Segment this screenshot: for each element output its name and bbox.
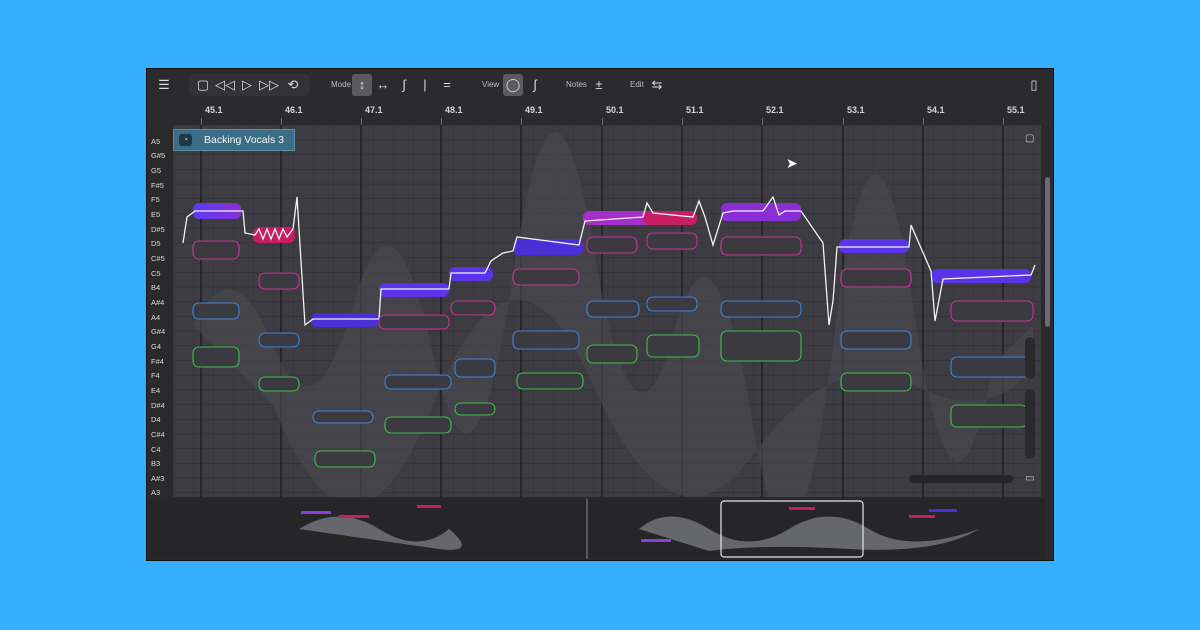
toolbar: ☰ ▢ ◁◁ ▷ ▷▷ ⟲ Mode ↕ ↔ ∫ |◯| = View ◯ ∫ … [147,69,1053,114]
key-label: E5 [151,210,161,219]
ruler-bar-label: 55.1 [1007,105,1025,115]
key-label: G4 [151,342,162,351]
transport-group: ▢ ◁◁ ▷ ▷▷ ⟲ [189,74,309,96]
vertical-scrollbar[interactable] [1045,177,1050,327]
fit-view-icon[interactable]: ▢ [1025,133,1034,144]
key-label: B4 [151,283,161,292]
key-label: B3 [151,459,161,468]
key-label: A3 [151,488,161,497]
view-label: View [482,80,500,89]
ruler-bar-label: 53.1 [847,105,865,115]
ruler-bar-label: 49.1 [525,105,543,115]
key-label: E4 [151,386,161,395]
key-label: D5 [151,239,161,248]
key-label: A4 [151,313,161,322]
ruler-bar-label: 47.1 [365,105,383,115]
mode-label: Mode [331,80,352,89]
vertical-zoom-slider-2[interactable] [1025,389,1035,459]
ruler-bar-label: 50.1 [606,105,624,115]
key-label: D#4 [151,401,165,410]
mode-group: ↕ ↔ ∫ |◯| = [351,74,461,114]
pitch-tool-icon[interactable]: ↕ [352,74,372,96]
panel-toggle-icon[interactable]: ▯ [1024,74,1044,96]
rewind-icon[interactable]: ◁◁ [215,74,235,96]
key-label: F#4 [151,357,164,366]
minimize-icon[interactable]: ▭ [1025,473,1034,484]
notes-plus-minus-icon[interactable]: ± [589,74,609,96]
key-label: G#5 [151,151,166,160]
overview-canvas[interactable] [149,499,1045,559]
play-icon[interactable]: ▷ [237,74,257,96]
fast-forward-icon[interactable]: ▷▷ [259,74,279,96]
edit-label: Edit [630,80,644,89]
horizontal-zoom-slider[interactable] [909,475,1013,483]
ruler-bar-label: 45.1 [205,105,223,115]
app-window: ☰ ▢ ◁◁ ▷ ▷▷ ⟲ Mode ↕ ↔ ∫ |◯| = View ◯ ∫ … [146,68,1054,561]
track-name-badge[interactable]: ◔ Backing Vocals 3 [173,129,295,151]
key-label: A#3 [151,474,165,483]
menu-icon[interactable]: ☰ [154,74,174,96]
key-label: G#4 [151,327,166,336]
key-label: D4 [151,415,161,424]
timeline-ruler[interactable]: 45.1 46.1 47.1 48.1 49.1 50.1 51.1 52.1 … [147,101,1053,125]
key-label: C4 [151,445,161,454]
view-group: ◯ ∫ [503,74,547,96]
edit-swap-icon[interactable]: ⇆ [647,74,667,96]
key-label: C5 [151,269,161,278]
key-label: F4 [151,371,160,380]
key-label: C#5 [151,254,165,263]
time-tool-icon[interactable]: ↔ [373,74,393,96]
overview-minimap[interactable] [149,499,1045,559]
curve-tool-icon[interactable]: ∫ [394,74,414,96]
key-label: F5 [151,195,160,204]
key-label: A#4 [151,298,165,307]
blob-view-icon[interactable]: ◯ [503,74,523,96]
key-label: D#5 [151,225,165,234]
note-canvas[interactable] [173,125,1041,497]
ruler-bar-label: 52.1 [766,105,784,115]
mouse-cursor-icon: ➤ [786,155,798,171]
key-label: C#4 [151,430,165,439]
curve-view-icon[interactable]: ∫ [525,74,545,96]
track-name: Backing Vocals 3 [204,134,284,146]
stop-icon[interactable]: ▢ [193,74,213,96]
track-icon: ◔ [179,134,192,146]
key-label: A5 [151,137,161,146]
ruler-bar-label: 54.1 [927,105,945,115]
note-grid[interactable]: ◔ Backing Vocals 3 ▢ [173,125,1041,497]
vertical-zoom-slider[interactable] [1025,337,1035,379]
ruler-bar-label: 51.1 [686,105,704,115]
pitch-ruler: A5 G#5 G5 F#5 F5 E5 D#5 D5 C#5 C5 B4 A#4… [147,125,173,497]
key-label: F#5 [151,181,164,190]
notes-label: Notes [566,80,587,89]
amplitude-tool-icon[interactable]: |◯| [415,74,435,114]
equal-tool-icon[interactable]: = [437,74,457,96]
key-label: G5 [151,166,162,175]
ruler-bar-label: 48.1 [445,105,463,115]
ruler-bar-label: 46.1 [285,105,303,115]
loop-icon[interactable]: ⟲ [283,74,303,96]
